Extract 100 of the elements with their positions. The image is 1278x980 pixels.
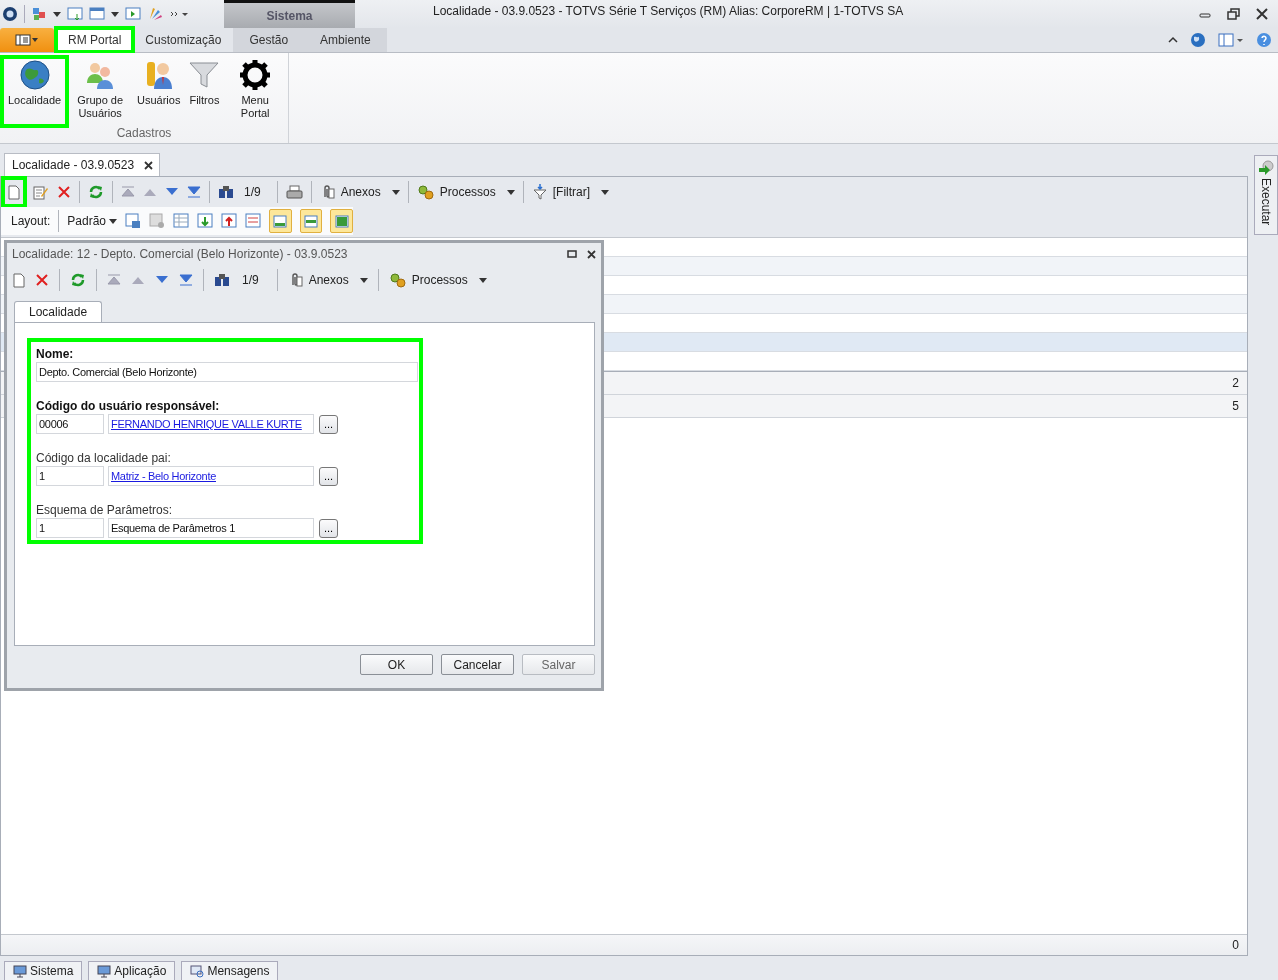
- field-label: Código da localidade pai:: [36, 451, 172, 465]
- dialog-button[interactable]: Cancelar: [441, 654, 514, 675]
- window-download-icon[interactable]: [67, 6, 83, 22]
- new-record-button[interactable]: [3, 178, 25, 206]
- move-first-icon[interactable]: [121, 186, 135, 198]
- ribbon-button[interactable]: Filtros: [184, 57, 225, 126]
- refresh-icon[interactable]: [70, 272, 86, 288]
- import-icon[interactable]: [197, 213, 213, 229]
- monitor-icon: [97, 964, 112, 978]
- help-icon[interactable]: [1256, 32, 1272, 48]
- bottom-tab[interactable]: Aplicação: [88, 961, 176, 980]
- ribbon-button[interactable]: Grupo de Usuários: [67, 57, 133, 126]
- maximize-icon[interactable]: [567, 250, 577, 258]
- monitor-icon: [13, 964, 27, 978]
- palette-icon[interactable]: [147, 6, 163, 22]
- funnel-icon: [188, 59, 221, 91]
- messages-icon: [190, 964, 205, 978]
- caret-icon: [111, 11, 119, 17]
- move-next-icon[interactable]: [165, 187, 179, 197]
- close-icon[interactable]: [1256, 8, 1268, 20]
- view-toggle-button[interactable]: [330, 209, 353, 233]
- toolbar-menu-button[interactable]: Anexos: [319, 184, 400, 200]
- text-field[interactable]: Depto. Comercial (Belo Horizonte): [36, 362, 418, 382]
- gear-arrow-icon: [1258, 160, 1274, 176]
- lookup-button[interactable]: ...: [319, 466, 338, 486]
- description-field[interactable]: Esquema de Parâmetros 1: [108, 518, 314, 538]
- ribbon-tab[interactable]: Gestão: [233, 28, 305, 52]
- close-icon[interactable]: [144, 160, 154, 170]
- view-toggle-button[interactable]: [269, 209, 292, 233]
- grid-view-icon: [304, 214, 318, 228]
- toolbar-menu-button[interactable]: [Filtrar]: [531, 184, 610, 200]
- group-count: 5: [1232, 399, 1240, 413]
- lookup-button[interactable]: ...: [319, 414, 338, 434]
- layout-icon[interactable]: [1218, 33, 1244, 47]
- ribbon-tab[interactable]: Ambiente: [304, 28, 387, 52]
- window-icon[interactable]: [89, 6, 105, 22]
- ribbon-button-label: Localidade: [8, 94, 62, 107]
- save-layout-icon[interactable]: [125, 213, 141, 229]
- description-field[interactable]: Matriz - Belo Horizonte: [108, 466, 314, 486]
- restore-icon[interactable]: [1227, 8, 1240, 20]
- table-icon[interactable]: [173, 213, 189, 229]
- ribbon-button[interactable]: Menu Portal: [224, 57, 286, 126]
- code-field[interactable]: 00006: [36, 414, 104, 434]
- edit-icon[interactable]: [33, 184, 49, 200]
- binoculars-icon[interactable]: [214, 273, 230, 287]
- move-last-icon[interactable]: [187, 186, 201, 198]
- dialog-title: Localidade: 12 - Depto. Comercial (Belo Horizonte) - 03.9.0523: [12, 247, 348, 261]
- field-label: Nome:: [36, 347, 75, 361]
- binoculars-icon[interactable]: [218, 185, 234, 199]
- new-document-icon[interactable]: [13, 272, 25, 288]
- toolbar-menu-button[interactable]: Processos: [388, 272, 487, 288]
- dialog-button[interactable]: OK: [360, 654, 433, 675]
- code-field[interactable]: 1: [36, 518, 104, 538]
- chevron-up-icon[interactable]: [1168, 36, 1178, 44]
- ribbon-button[interactable]: Localidade: [2, 57, 68, 126]
- export-icon[interactable]: [221, 213, 237, 229]
- toolbar-menu-button[interactable]: Anexos: [287, 272, 368, 288]
- gear-icon: [239, 59, 272, 91]
- caret-icon: [109, 218, 117, 224]
- side-panel-tab[interactable]: Executar: [1254, 155, 1278, 235]
- delete-icon[interactable]: [57, 185, 71, 199]
- delete-icon[interactable]: [35, 273, 49, 287]
- record-counter: 1/9: [244, 185, 261, 199]
- context-tab-group-header: Sistema: [224, 0, 355, 28]
- ribbon-button-label: Grupo de Usuários: [76, 94, 125, 120]
- window-title: Localidade - 03.9.0523 - TOTVS Série T Serviços (RM) Alias: CorporeRM | 1-TOTVS SA: [432, 3, 905, 18]
- globe-icon: [18, 59, 51, 91]
- caret-icon: [506, 189, 515, 195]
- field-label: Código do usuário responsável:: [36, 399, 221, 413]
- new-document-icon[interactable]: [8, 184, 20, 200]
- ribbon-button[interactable]: Usuários: [133, 57, 185, 126]
- ribbon-tab[interactable]: RM Portal: [56, 28, 134, 52]
- refresh-icon[interactable]: [88, 184, 104, 200]
- move-previous-icon[interactable]: [143, 187, 157, 197]
- caret-icon: [601, 189, 610, 195]
- ribbon-tab[interactable]: Customização: [133, 28, 234, 52]
- more-icon[interactable]: [169, 10, 189, 18]
- globe-icon[interactable]: [1190, 32, 1206, 48]
- document-tab[interactable]: Localidade - 03.9.0523: [4, 153, 161, 176]
- record-counter: 1/9: [242, 273, 259, 287]
- bottom-tab[interactable]: Sistema: [4, 961, 83, 980]
- code-field[interactable]: 1: [36, 466, 104, 486]
- toolbar-menu-button[interactable]: Processos: [416, 184, 515, 200]
- bottom-tab[interactable]: Mensagens: [181, 961, 279, 980]
- view-toggle-button[interactable]: [299, 209, 323, 233]
- printer-icon[interactable]: [285, 184, 303, 200]
- move-last-icon[interactable]: [179, 274, 193, 286]
- move-first-icon[interactable]: [107, 274, 121, 286]
- description-field[interactable]: FERNANDO HENRIQUE VALLE KURTE: [108, 414, 314, 434]
- field-label: Esquema de Parâmetros:: [36, 503, 174, 517]
- app-logo-icon[interactable]: [2, 6, 18, 22]
- form-tab[interactable]: Localidade: [14, 301, 103, 322]
- layout-dropdown[interactable]: Padrão: [67, 214, 117, 228]
- close-icon[interactable]: [587, 249, 596, 259]
- cubes-icon[interactable]: [31, 6, 47, 22]
- application-menu-button[interactable]: [0, 28, 54, 52]
- lookup-button[interactable]: ...: [319, 518, 338, 538]
- columns-icon[interactable]: [245, 213, 261, 229]
- document-tab-label: Localidade - 03.9.0523: [12, 158, 135, 172]
- footer-count: 0: [1232, 938, 1240, 952]
